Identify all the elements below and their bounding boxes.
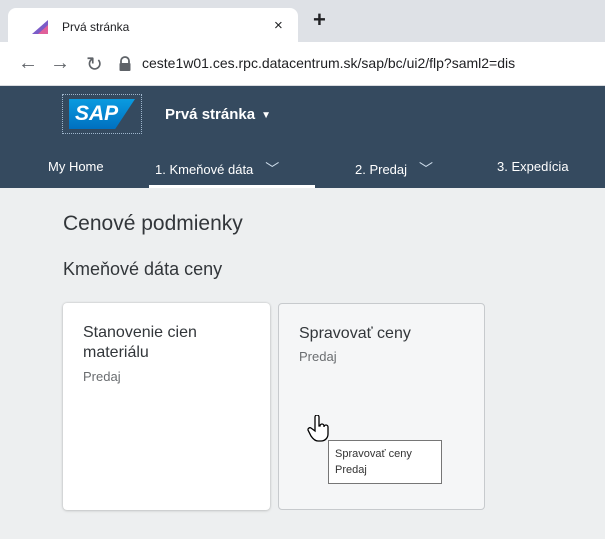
app-title-menu[interactable]: Prvá stránka ▼: [165, 106, 271, 123]
url-field[interactable]: ceste1w01.ces.rpc.datacentrum.sk/sap/bc/…: [142, 55, 515, 71]
tile-title: Stanovenie cien materiálu: [83, 324, 197, 361]
new-tab-button[interactable]: +: [313, 7, 326, 33]
address-bar-row: ← → ↻ ceste1w01.ces.rpc.datacentrum.sk/s…: [0, 42, 605, 86]
caret-down-icon: ▼: [261, 109, 271, 121]
tab-my-home-label: My Home: [48, 159, 104, 174]
app-title-text: Prvá stránka: [165, 106, 256, 123]
tab-predaj-label: 2. Predaj: [355, 162, 408, 177]
tile-tooltip: Spravovať ceny Predaj: [328, 440, 442, 484]
browser-tab[interactable]: Prvá stránka ×: [8, 8, 298, 42]
sap-logo-text: SAP: [69, 99, 135, 129]
sap-logo[interactable]: SAP: [62, 94, 142, 134]
chevron-down-icon: ﹀: [419, 161, 434, 177]
sap-shell-bar: SAP Prvá stránka ▼ My Home 1. Kmeňové dát…: [0, 86, 605, 188]
tab-predaj[interactable]: 2. Predaj ﹀: [355, 159, 433, 179]
tab-my-home[interactable]: My Home: [48, 159, 104, 174]
back-arrow-icon[interactable]: ←: [18, 52, 38, 75]
tile-title: Spravovať ceny: [299, 325, 411, 342]
hand-cursor-icon: [307, 415, 329, 442]
tile-stanovenie-cien[interactable]: Stanovenie cien materiálu Predaj: [63, 303, 270, 510]
tile-subtitle: Predaj: [299, 349, 337, 364]
group-title: Kmeňové dáta ceny: [63, 259, 223, 279]
tab-expedicia[interactable]: 3. Expedícia: [497, 159, 569, 174]
tab-kmenove-data-label: 1. Kmeňové dáta: [155, 162, 254, 177]
tab-kmenove-data[interactable]: 1. Kmeňové dáta ﹀: [155, 159, 279, 179]
forward-arrow-icon[interactable]: →: [50, 52, 70, 75]
close-tab-icon[interactable]: ×: [274, 17, 283, 34]
tab-expedicia-label: 3. Expedícia: [497, 159, 569, 174]
space-navigation: My Home 1. Kmeňové dáta ﹀ 2. Predaj ﹀ 3. E…: [0, 146, 605, 188]
sap-favicon-icon: [32, 20, 48, 34]
reload-icon[interactable]: ↻: [86, 52, 103, 77]
chevron-down-icon: ﹀: [265, 161, 280, 177]
browser-tabstrip: Prvá stránka × +: [0, 0, 605, 42]
tooltip-title: Spravovať ceny: [335, 448, 412, 460]
section-title: Cenové podmienky: [63, 212, 243, 235]
tile-subtitle: Predaj: [83, 369, 121, 384]
tooltip-subtitle: Predaj: [335, 464, 367, 476]
browser-tab-title: Prvá stránka: [62, 20, 130, 34]
active-tab-indicator: [149, 185, 315, 188]
lock-icon[interactable]: [118, 56, 132, 72]
